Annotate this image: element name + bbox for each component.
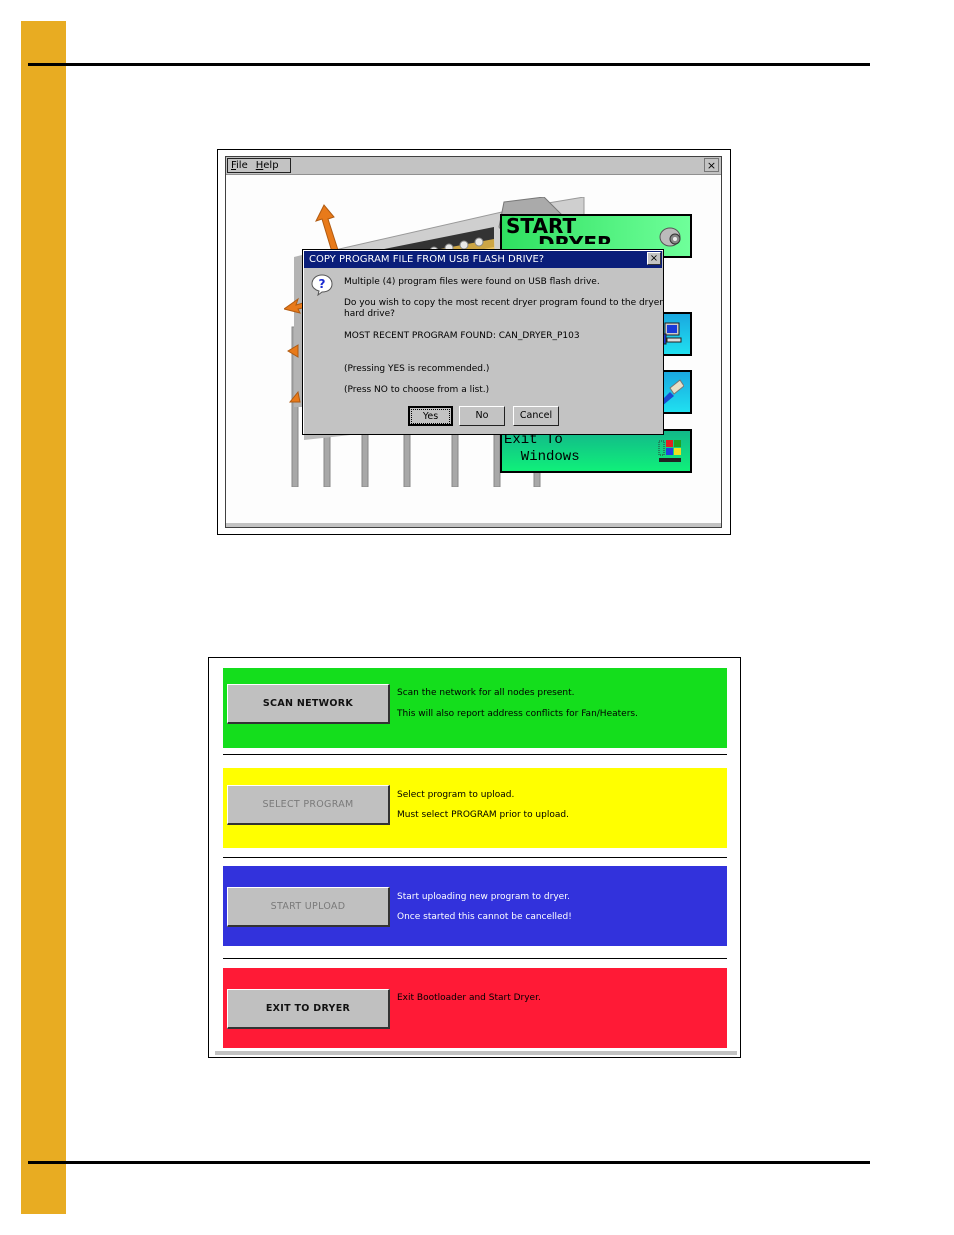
exit-to-windows-button[interactable]: Exit To Windows [500,429,692,473]
menu-bar: File Help × [226,157,721,175]
select-program-desc-1: Select program to upload. [397,790,515,800]
menu-help[interactable]: Help [256,160,279,171]
footer-rule [28,1161,870,1164]
copy-program-dialog: COPY PROGRAM FILE FROM USB FLASH DRIVE? … [302,249,664,435]
motor-icon [659,227,681,247]
start-upload-panel: START UPLOAD Start uploading new program… [223,866,727,946]
figure-usb-copy-dialog: File Help × START Exit To Windows COPY P… [217,149,731,535]
scan-network-panel: SCAN NETWORK Scan the network for all no… [223,668,727,748]
start-dryer-label: START [506,214,577,238]
dialog-message-2: Do you wish to copy the most recent drye… [344,298,663,308]
divider [223,857,727,858]
menu-file[interactable]: File [231,160,248,171]
dialog-title: COPY PROGRAM FILE FROM USB FLASH DRIVE? [304,251,662,268]
svg-text:?: ? [319,277,326,291]
start-dryer-label-2: DRYER [538,234,612,244]
scan-network-button[interactable]: SCAN NETWORK [227,684,390,724]
start-upload-desc-1: Start uploading new program to dryer. [397,892,570,902]
select-program-button[interactable]: SELECT PROGRAM [227,785,390,825]
dialog-message-3: hard drive? [344,309,395,319]
dialog-close-button[interactable]: × [647,252,661,265]
exit-to-dryer-desc: Exit Bootloader and Start Dryer. [397,993,541,1003]
header-rule [28,63,870,66]
start-upload-desc-2: Once started this cannot be cancelled! [397,912,572,922]
menu-group: File Help [227,158,291,173]
select-program-desc-2: Must select PROGRAM prior to upload. [397,810,569,820]
divider [223,754,727,755]
window-status-strip [226,523,721,527]
dialog-hint-no: (Press NO to choose from a list.) [344,385,490,395]
start-upload-button[interactable]: START UPLOAD [227,887,390,927]
no-button[interactable]: No [459,406,505,426]
scan-network-desc-2: This will also report address conflicts … [397,709,638,719]
dialog-program-found: MOST RECENT PROGRAM FOUND: CAN_DRYER_P10… [344,331,580,341]
exit-line-2: Windows [504,449,580,465]
cancel-button[interactable]: Cancel [513,406,559,426]
divider [223,958,727,959]
windows-logo-icon [658,440,681,462]
exit-to-dryer-panel: EXIT TO DRYER Exit Bootloader and Start … [223,968,727,1048]
dryer-app-window: File Help × START Exit To Windows COPY P… [225,156,722,528]
dialog-message-1: Multiple (4) program files were found on… [344,277,600,287]
question-icon: ? [311,274,333,296]
select-program-panel: SELECT PROGRAM Select program to upload.… [223,768,727,848]
yes-button[interactable]: Yes [408,406,453,426]
window-close-button[interactable]: × [704,158,719,172]
horizontal-scrollbar[interactable] [215,1051,737,1055]
figure-bootloader-screen: SCAN NETWORK Scan the network for all no… [208,657,741,1058]
exit-to-windows-label: Exit To Windows [504,432,580,466]
dialog-hint-yes: (Pressing YES is recommended.) [344,364,490,374]
yes-label: Yes [411,409,450,424]
page-side-tab [21,21,66,1214]
scan-network-desc-1: Scan the network for all nodes present. [397,688,575,698]
exit-to-dryer-button[interactable]: EXIT TO DRYER [227,989,390,1029]
